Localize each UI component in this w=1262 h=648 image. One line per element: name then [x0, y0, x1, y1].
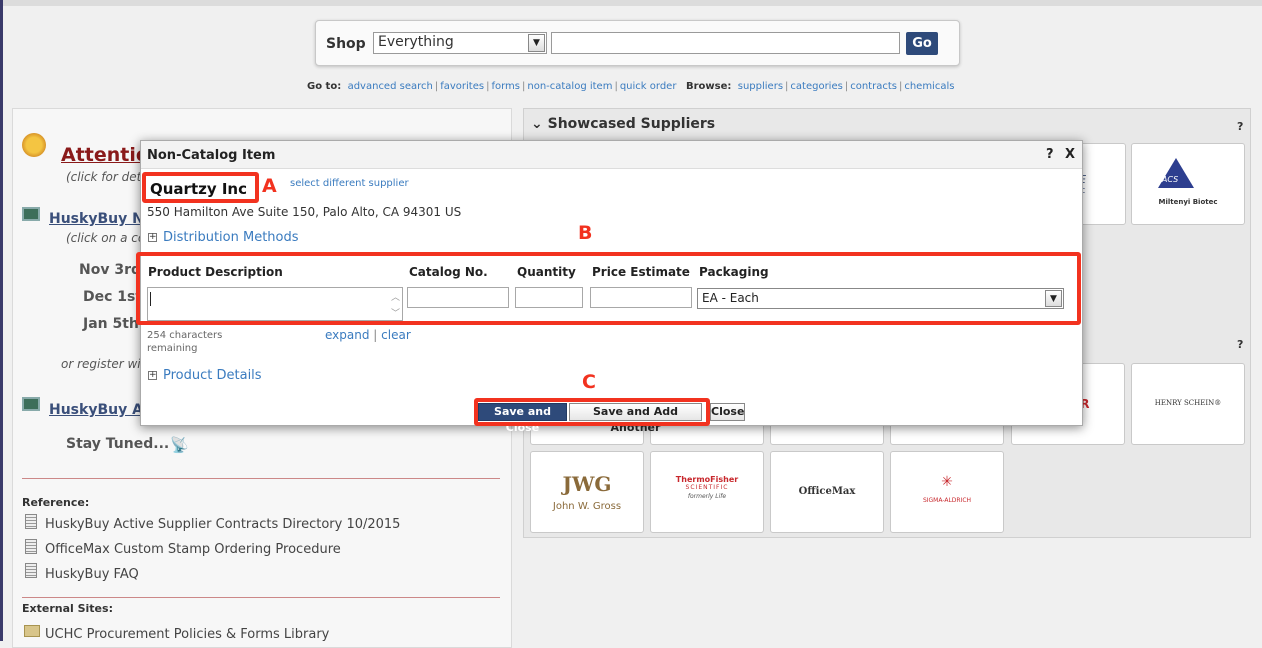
- shop-search-bar: Shop Everything ▼ Go: [315, 20, 960, 66]
- window-left-border: [0, 0, 3, 641]
- folder-icon: [24, 625, 40, 637]
- reference-item[interactable]: HuskyBuy Active Supplier Contracts Direc…: [45, 517, 400, 532]
- link-chemicals[interactable]: chemicals: [904, 81, 954, 92]
- reference-heading: Reference:: [22, 496, 90, 509]
- characters-remaining: 254 characters remaining: [147, 330, 223, 354]
- supplier-address: 550 Hamilton Ave Suite 150, Palo Alto, C…: [147, 205, 462, 219]
- supplier-tile-officemax[interactable]: OfficeMax: [770, 451, 884, 533]
- dialog-header: Non-Catalog Item ? X: [141, 141, 1082, 169]
- divider: [22, 597, 500, 598]
- dialog-title: Non-Catalog Item: [147, 148, 276, 163]
- annotation-label-a: A: [262, 175, 277, 197]
- close-icon[interactable]: X: [1065, 147, 1075, 162]
- showcased-suppliers-title[interactable]: ⌄ Showcased Suppliers: [531, 116, 715, 132]
- link-suppliers[interactable]: suppliers: [738, 81, 783, 92]
- annotation-label-c: C: [582, 371, 596, 393]
- go-button[interactable]: Go: [906, 32, 938, 55]
- link-quick-order[interactable]: quick order: [620, 81, 677, 92]
- annotation-box-c: [474, 398, 710, 426]
- monitor-icon: [22, 397, 40, 411]
- annotation-label-b: B: [578, 222, 593, 244]
- expand-icon[interactable]: +: [148, 233, 157, 242]
- link-forms[interactable]: forms: [491, 81, 520, 92]
- date-item-nov: Nov 3rd: [79, 262, 142, 278]
- link-favorites[interactable]: favorites: [440, 81, 484, 92]
- monitor-icon: [22, 207, 40, 221]
- shop-scope-select[interactable]: Everything ▼: [373, 32, 547, 54]
- reference-item[interactable]: OfficeMax Custom Stamp Ordering Procedur…: [45, 542, 341, 557]
- document-icon: [25, 514, 37, 529]
- expand-link[interactable]: expand: [325, 328, 369, 342]
- goto-links: Go to: advanced search | favorites | forms | n…: [307, 81, 955, 92]
- huskybuy-news-link[interactable]: HuskyBuy N: [49, 211, 144, 227]
- chevron-down-icon[interactable]: ▼: [528, 34, 545, 52]
- help-icon[interactable]: ?: [1237, 120, 1243, 133]
- shop-scope-value: Everything: [378, 34, 454, 50]
- stay-tuned-text: Stay Tuned...: [66, 436, 170, 452]
- link-advanced-search[interactable]: advanced search: [348, 81, 433, 92]
- link-categories[interactable]: categories: [790, 81, 842, 92]
- register-text: or register wi: [61, 357, 141, 371]
- document-icon: [25, 539, 37, 554]
- supplier-tile-henry-schein[interactable]: HENRY SCHEIN®: [1131, 363, 1245, 445]
- satellite-icon: 📡: [170, 436, 189, 454]
- huskybuy-news-subtitle: (click on a co: [66, 231, 146, 245]
- clear-link[interactable]: clear: [381, 328, 411, 342]
- document-icon: [25, 563, 37, 578]
- attention-subtitle: (click for det: [66, 170, 142, 184]
- chevron-down-icon: ⌄: [531, 116, 543, 132]
- supplier-tile-thermofisher[interactable]: ThermoFisher SCIENTIFIC formerly Life: [650, 451, 764, 533]
- shop-search-input[interactable]: [551, 32, 900, 54]
- browse-label: Browse:: [685, 81, 732, 92]
- product-details-link[interactable]: Product Details: [163, 368, 262, 383]
- help-icon[interactable]: ?: [1237, 338, 1243, 351]
- external-item[interactable]: UCHC Procurement Policies & Forms Librar…: [45, 627, 329, 642]
- goto-label: Go to:: [307, 81, 342, 92]
- shop-label: Shop: [326, 36, 366, 52]
- top-strip: [0, 0, 1262, 6]
- link-non-catalog-item[interactable]: non-catalog item: [527, 81, 612, 92]
- annotation-box-b: [136, 252, 1081, 325]
- annotation-box-a: [142, 172, 259, 203]
- close-button[interactable]: Close: [710, 403, 745, 421]
- divider: [22, 478, 500, 479]
- select-different-supplier-link[interactable]: select different supplier: [290, 178, 409, 189]
- supplier-tile-jwg[interactable]: JWG John W. Gross: [530, 451, 644, 533]
- reference-item[interactable]: HuskyBuy FAQ: [45, 567, 139, 582]
- huskybuy-ad-link[interactable]: HuskyBuy Ad: [49, 402, 153, 418]
- expand-icon[interactable]: +: [148, 371, 157, 380]
- external-sites-heading: External Sites:: [22, 602, 113, 615]
- supplier-tile-sigma-aldrich[interactable]: ✳ SIGMA-ALDRICH: [890, 451, 1004, 533]
- sigma-logo-icon: ✳: [941, 474, 953, 490]
- help-icon[interactable]: ?: [1046, 147, 1054, 162]
- attention-icon: [22, 133, 46, 157]
- supplier-tile-miltenyi[interactable]: MACS Miltenyi Biotec: [1131, 143, 1245, 225]
- distribution-methods-link[interactable]: Distribution Methods: [163, 230, 299, 245]
- link-contracts[interactable]: contracts: [850, 81, 897, 92]
- expand-clear-links: expand | clear: [325, 328, 411, 342]
